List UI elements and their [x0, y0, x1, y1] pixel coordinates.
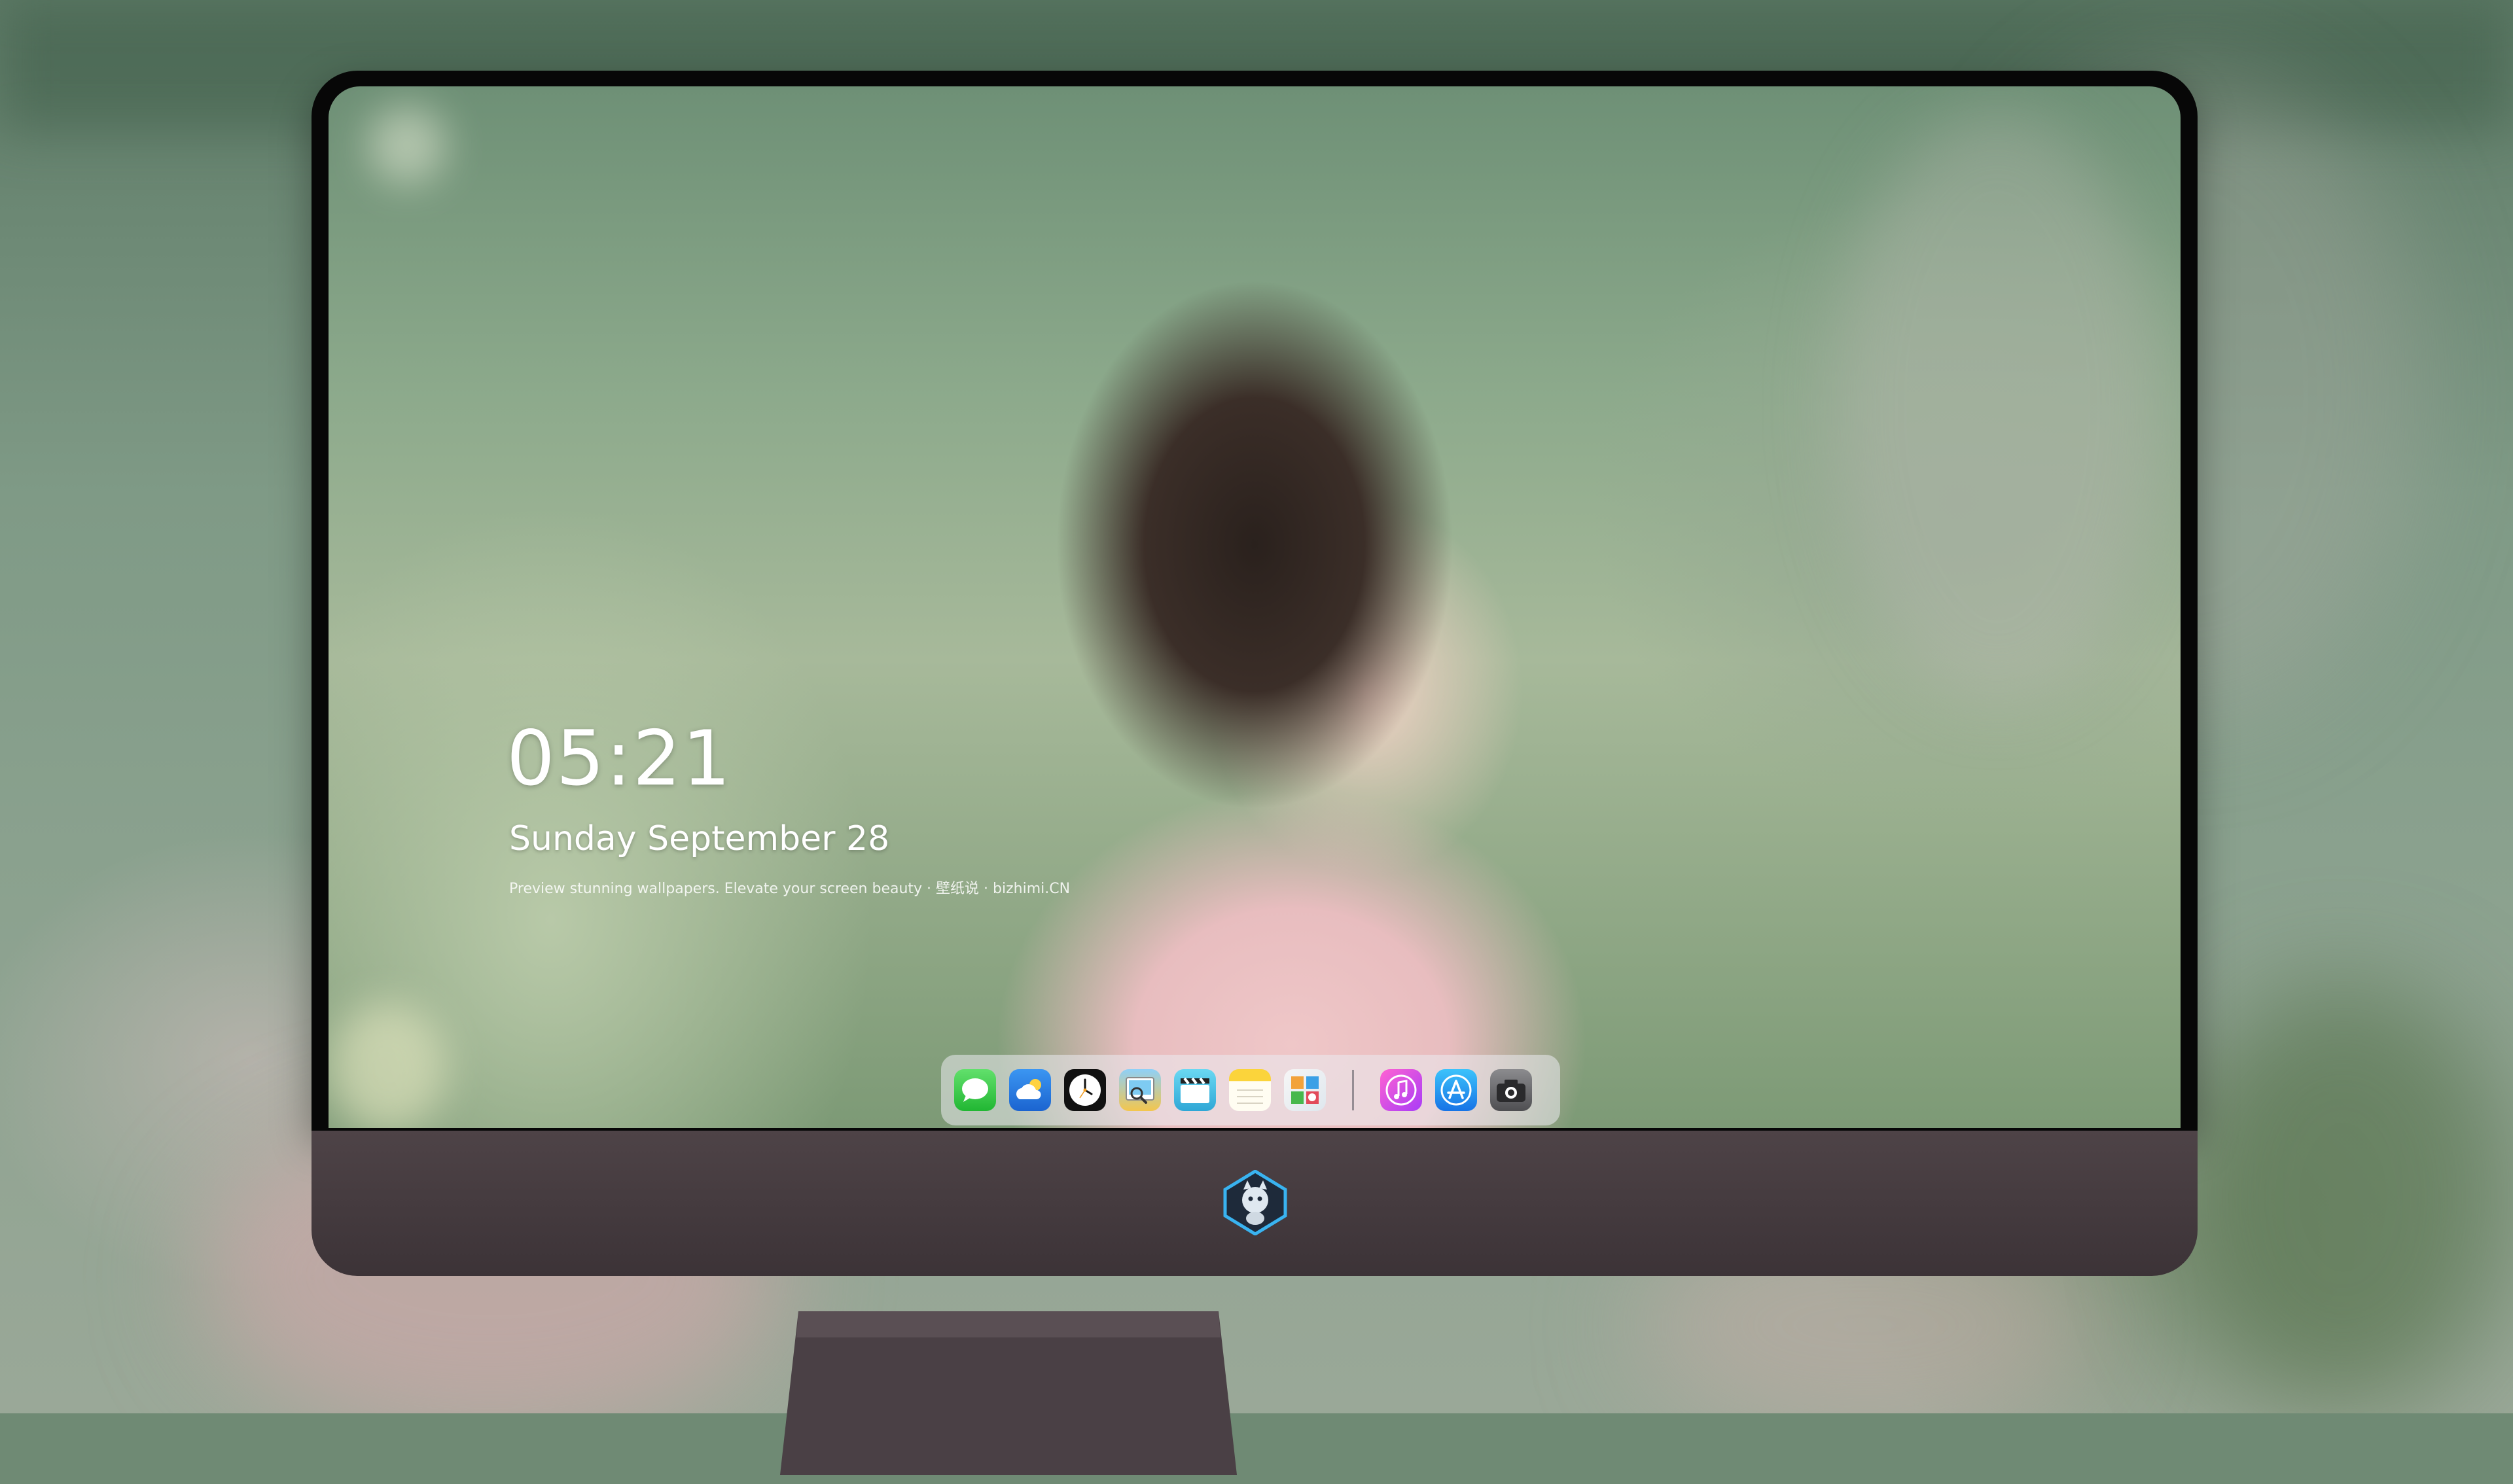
wallpaper-light-spot — [1834, 113, 2161, 701]
wallpaper-light-spot — [329, 1002, 446, 1128]
preview-icon — [1126, 1077, 1154, 1104]
clips-dock-icon[interactable] — [1174, 1069, 1216, 1111]
message-bubble-icon — [962, 1078, 988, 1102]
messages-dock-icon[interactable] — [954, 1069, 996, 1111]
app-store-dock-icon[interactable] — [1435, 1069, 1477, 1111]
camera-icon — [1497, 1080, 1525, 1102]
lock-screen[interactable]: 05:21 Sunday September 28 Preview stunni… — [329, 86, 2181, 1128]
lock-screen-date: Sunday September 28 — [509, 819, 890, 858]
cloud-sun-icon — [1016, 1079, 1041, 1099]
music-dock-icon[interactable] — [1380, 1069, 1422, 1111]
dock — [941, 1055, 1560, 1125]
lock-screen-time: 05:21 — [507, 715, 732, 803]
camera-dock-icon[interactable] — [1490, 1069, 1532, 1111]
monitor-chin — [312, 1131, 2198, 1276]
dock-separator — [1352, 1070, 1354, 1110]
weather-dock-icon[interactable] — [1009, 1069, 1051, 1111]
mascot-logo-icon — [1223, 1170, 1287, 1235]
music-note-icon — [1385, 1074, 1417, 1106]
monitor-stand — [780, 1311, 1237, 1475]
wallpaper-tagline: Preview stunning wallpapers. Elevate you… — [509, 881, 1071, 897]
preview-dock-icon[interactable] — [1119, 1069, 1161, 1111]
imac-monitor: 05:21 Sunday September 28 Preview stunni… — [312, 71, 2198, 1475]
clock-face-icon — [1069, 1074, 1101, 1106]
photo-booth-dock-icon[interactable] — [1284, 1069, 1326, 1111]
notes-lines-icon — [1237, 1089, 1263, 1104]
photo-grid-icon — [1291, 1076, 1319, 1104]
clapperboard-icon — [1181, 1077, 1209, 1103]
notes-dock-icon[interactable] — [1229, 1069, 1271, 1111]
clock-dock-icon[interactable] — [1064, 1069, 1106, 1111]
background-blur-shape — [2173, 981, 2513, 1413]
app-store-icon — [1440, 1074, 1472, 1106]
wallpaper-light-spot — [368, 106, 446, 185]
monitor-bezel: 05:21 Sunday September 28 Preview stunni… — [312, 71, 2198, 1131]
